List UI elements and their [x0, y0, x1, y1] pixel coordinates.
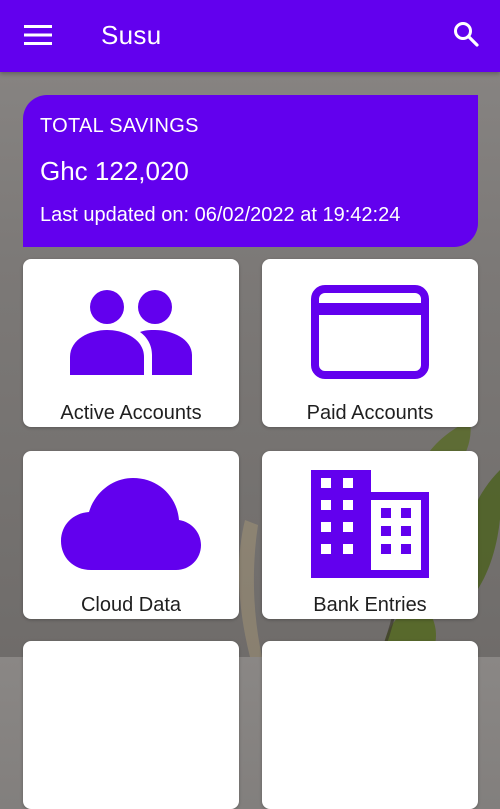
- total-savings-amount: Ghc 122,020: [40, 156, 189, 186]
- tile-partial-left[interactable]: [23, 641, 239, 809]
- last-updated-text: Last updated on: 06/02/2022 at 19:42:24: [40, 204, 401, 226]
- total-savings-label: TOTAL SAVINGS: [40, 115, 199, 137]
- tile-label-bank-entries: Bank Entries: [313, 594, 427, 616]
- building-icon: [311, 470, 429, 578]
- tile-paid-accounts[interactable]: Paid Accounts: [262, 259, 478, 427]
- total-savings-card: TOTAL SAVINGS Ghc 122,020 Last updated o…: [23, 95, 478, 247]
- cloud-icon: [61, 478, 201, 570]
- people-icon: [70, 290, 192, 375]
- tile-active-accounts[interactable]: Active Accounts: [23, 259, 239, 427]
- card-icon: [311, 285, 429, 379]
- app-title: Susu: [101, 20, 162, 50]
- hamburger-menu-icon: [24, 25, 52, 45]
- tile-partial-right[interactable]: [262, 641, 478, 809]
- tile-label-paid-accounts: Paid Accounts: [306, 402, 434, 424]
- menu-button[interactable]: [18, 18, 58, 52]
- app-bar: Susu: [0, 0, 500, 72]
- search-icon: [454, 22, 479, 47]
- tile-cloud-data[interactable]: Cloud Data: [23, 451, 239, 619]
- tile-label-active-accounts: Active Accounts: [60, 402, 202, 424]
- tile-bank-entries[interactable]: Bank Entries: [262, 451, 478, 619]
- search-button[interactable]: [448, 16, 484, 52]
- tile-label-cloud-data: Cloud Data: [80, 594, 182, 616]
